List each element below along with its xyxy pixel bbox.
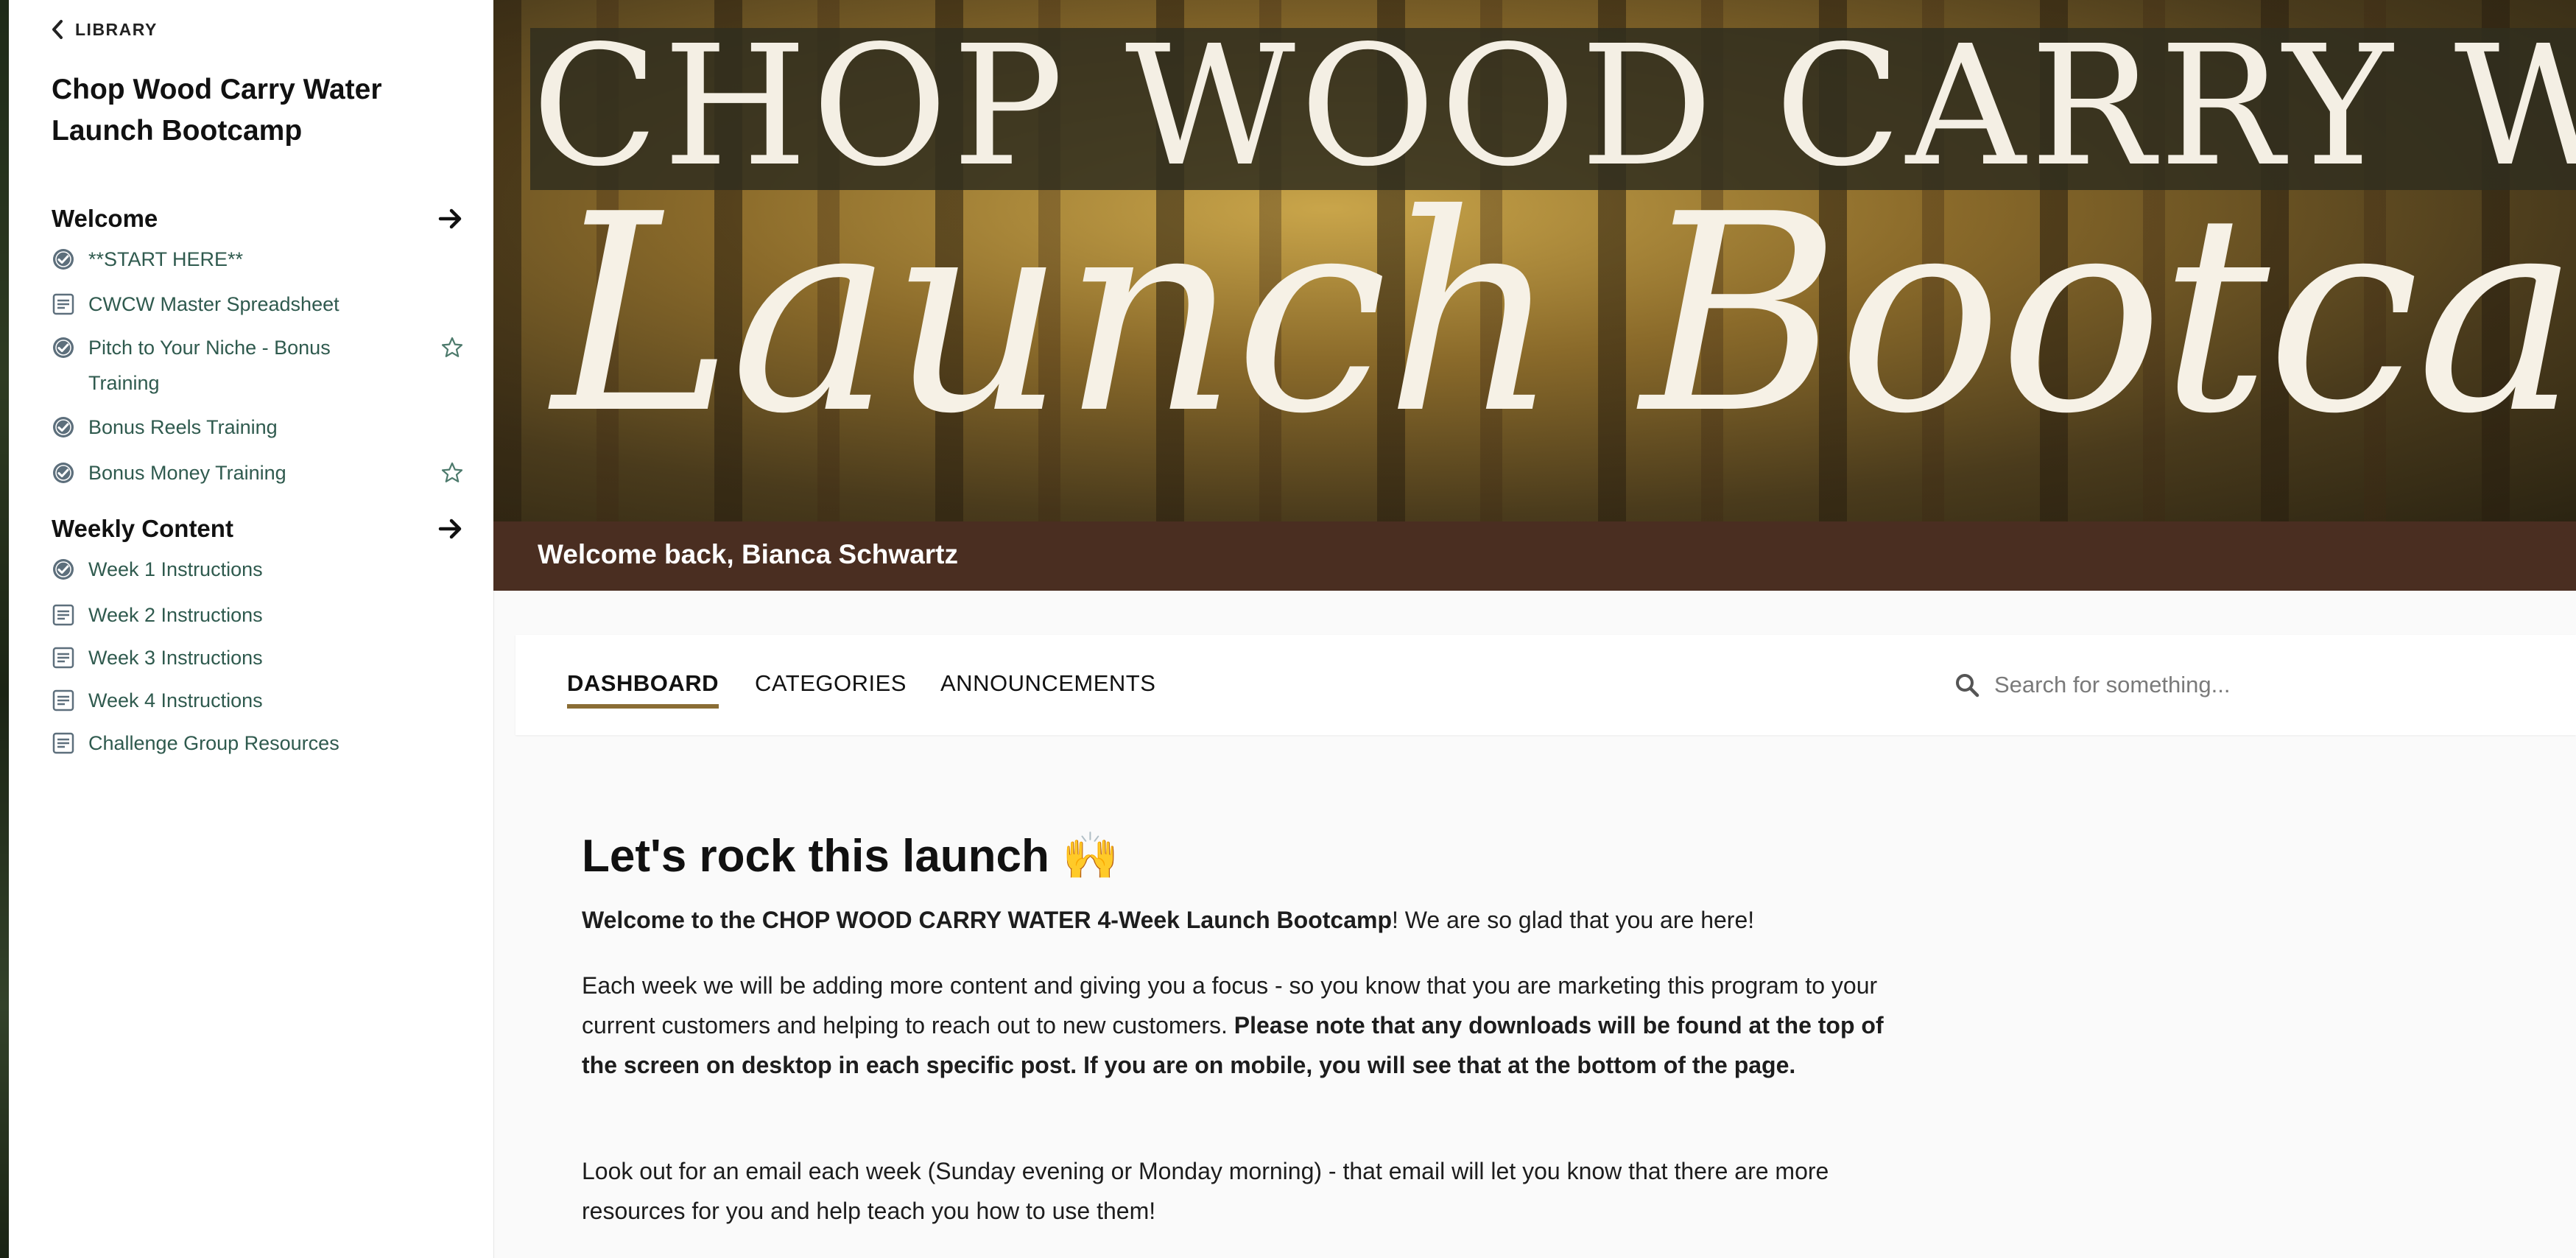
- lesson-bonus-money[interactable]: Bonus Money Training: [52, 455, 464, 491]
- tab-bar: DASHBOARD CATEGORIES ANNOUNCEMENTS: [515, 635, 2576, 735]
- document-icon: [52, 689, 74, 711]
- hero-title-line-2: Launch Bootcamp: [552, 157, 2576, 474]
- check-circle-icon: [53, 463, 74, 483]
- document-icon: [52, 293, 74, 315]
- tab-announcements[interactable]: ANNOUNCEMENTS: [940, 670, 1155, 697]
- lesson-pitch-to-your-niche[interactable]: Pitch to Your Niche - Bonus Training: [52, 330, 464, 401]
- email-paragraph: Look out for an email each week (Sunday …: [582, 1158, 1829, 1224]
- background-forest-strip: [0, 0, 9, 1258]
- intro-rest-text: ! We are so glad that you are here!: [1391, 907, 1755, 933]
- lesson-label: **START HERE**: [88, 248, 244, 270]
- star-icon[interactable]: [440, 336, 464, 359]
- document-icon: [52, 647, 74, 669]
- section-title: Welcome: [52, 205, 158, 232]
- check-circle-icon: [53, 249, 74, 270]
- back-link-label: LIBRARY: [75, 19, 158, 39]
- lesson-label: Bonus Reels Training: [88, 416, 278, 438]
- lesson-label: Pitch to Your Niche - Bonus Training: [88, 337, 331, 394]
- course-sidebar: LIBRARY Chop Wood Carry Water Launch Boo…: [9, 0, 493, 1258]
- star-icon[interactable]: [440, 461, 464, 485]
- active-tab-underline: [567, 704, 719, 709]
- content-heading: Let's rock this launch 🙌: [582, 831, 1119, 882]
- tab-dashboard[interactable]: DASHBOARD: [567, 670, 719, 697]
- section-weekly-content: Weekly Content Week 1 Instructions Week …: [52, 510, 464, 761]
- search-icon: [1956, 674, 1979, 697]
- check-circle-icon: [53, 559, 74, 580]
- lesson-label: Week 3 Instructions: [88, 647, 263, 669]
- section-title: Weekly Content: [52, 515, 233, 542]
- lesson-label: Week 2 Instructions: [88, 604, 263, 626]
- lesson-week-1[interactable]: Week 1 Instructions: [52, 552, 464, 587]
- lesson-week-2[interactable]: Week 2 Instructions: [52, 597, 464, 633]
- intro-paragraph: Welcome to the CHOP WOOD CARRY WATER 4-W…: [582, 900, 1754, 940]
- search-box: [1954, 664, 2544, 706]
- welcome-bar: Welcome back, Bianca Schwartz: [493, 521, 2576, 591]
- lesson-bonus-reels[interactable]: Bonus Reels Training: [52, 410, 464, 445]
- course-title: Chop Wood Carry Water Launch Bootcamp: [52, 74, 382, 147]
- lesson-week-3[interactable]: Week 3 Instructions: [52, 640, 464, 675]
- document-icon: [52, 732, 74, 754]
- lesson-label: Challenge Group Resources: [88, 732, 339, 754]
- lesson-challenge-group-resources[interactable]: Challenge Group Resources: [52, 725, 464, 761]
- document-icon: [52, 604, 74, 626]
- lesson-label: Week 4 Instructions: [88, 689, 263, 711]
- back-to-library-link[interactable]: LIBRARY: [50, 19, 158, 40]
- intro-bold-text: Welcome to the CHOP WOOD CARRY WATER 4-W…: [582, 907, 1392, 933]
- arrow-right-icon[interactable]: [437, 516, 464, 542]
- chevron-left-icon: [52, 20, 63, 39]
- section-welcome: Welcome **START HERE** CWCW Master Sprea…: [52, 200, 464, 491]
- lesson-label: Week 1 Instructions: [88, 558, 263, 580]
- tab-categories[interactable]: CATEGORIES: [755, 670, 907, 697]
- dashboard-content: Let's rock this launch 🙌 Welcome to the …: [582, 823, 1907, 1224]
- lesson-label: CWCW Master Spreadsheet: [88, 293, 339, 315]
- lesson-master-spreadsheet[interactable]: CWCW Master Spreadsheet: [52, 287, 464, 322]
- lesson-week-4[interactable]: Week 4 Instructions: [52, 683, 464, 718]
- lesson-start-here[interactable]: **START HERE**: [52, 242, 464, 277]
- check-circle-icon: [53, 417, 74, 438]
- weekly-focus-paragraph: Each week we will be adding more content…: [582, 966, 1907, 1085]
- welcome-message: Welcome back, Bianca Schwartz: [538, 539, 958, 569]
- arrow-right-icon[interactable]: [437, 205, 464, 232]
- hero-banner: CHOP WOOD CARRY WATER Launch Bootcamp: [493, 0, 2576, 521]
- lesson-label: Bonus Money Training: [88, 462, 286, 484]
- search-input[interactable]: [1993, 671, 2511, 699]
- check-circle-icon: [53, 337, 74, 358]
